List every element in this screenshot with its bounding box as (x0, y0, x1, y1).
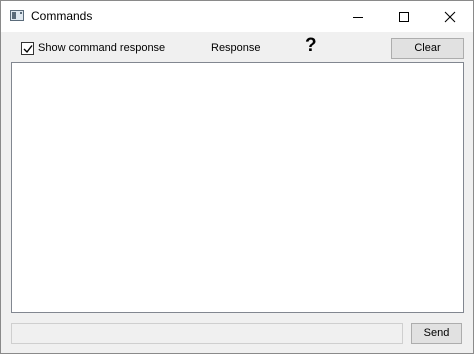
send-button[interactable]: Send (411, 323, 462, 344)
help-icon[interactable]: ? (305, 35, 317, 57)
show-response-checkbox-group[interactable]: Show command response (21, 41, 165, 55)
show-response-checkbox[interactable] (21, 41, 34, 55)
maximize-button[interactable] (381, 1, 427, 32)
close-button[interactable] (427, 1, 473, 32)
checkmark-icon (23, 44, 33, 53)
command-input[interactable] (11, 323, 403, 344)
commands-window: Commands Show command response Response … (0, 0, 474, 354)
toolbar: Show command response Response ? Clear (1, 32, 473, 62)
response-label: Response (211, 42, 261, 54)
maximize-icon (399, 12, 409, 22)
title-bar: Commands (1, 1, 473, 32)
minimize-icon (353, 17, 363, 18)
close-icon (444, 11, 456, 23)
clear-button[interactable]: Clear (391, 38, 464, 59)
show-response-label[interactable]: Show command response (38, 42, 165, 54)
app-window-icon (10, 10, 24, 21)
window-title: Commands (31, 9, 93, 23)
response-text-area[interactable] (11, 62, 464, 313)
minimize-button[interactable] (335, 1, 381, 32)
